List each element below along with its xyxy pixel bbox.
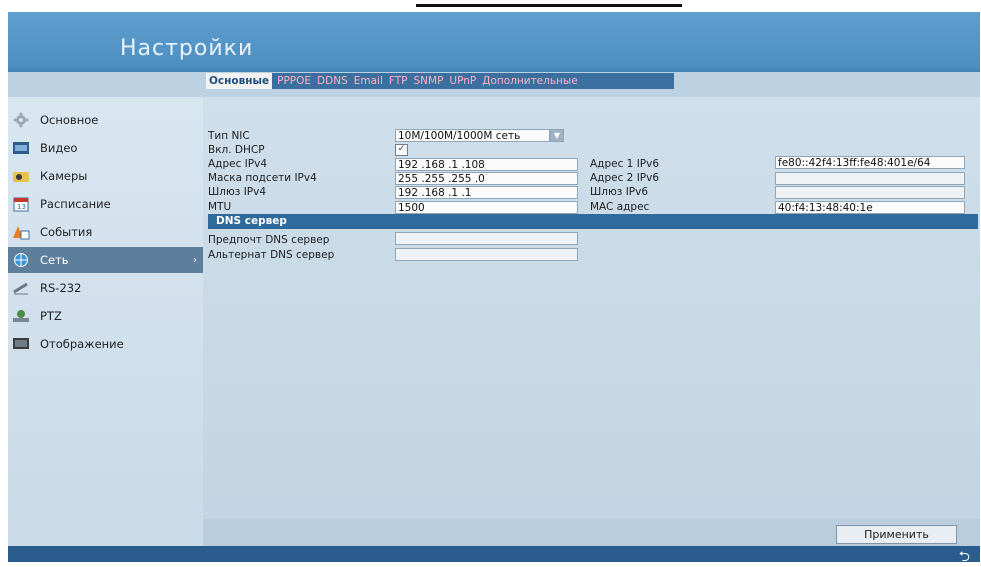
preferred-dns-field[interactable] [395,232,578,245]
gateway-label: Шлюз IPv4 [208,186,267,198]
ipv4-field[interactable]: 192 .168 .1 .108 [395,158,578,171]
alternate-dns-field[interactable] [395,248,578,261]
sidebar-item-display[interactable]: Отображение [8,331,203,357]
mac-label: MAC адрес [590,201,650,213]
tab-ddns[interactable]: DDNS [316,73,349,89]
ipv6-1-label: Адрес 1 IPv6 [590,158,660,170]
sidebar-item-network[interactable]: Сеть › [8,247,203,273]
chevron-down-icon[interactable]: ▼ [550,129,564,142]
tab-upnp[interactable]: UPnP [448,73,477,89]
sidebar-item-schedule[interactable]: 13 Расписание [8,191,203,217]
mtu-label: MTU [208,201,232,213]
sidebar: Основное Видео Камеры 13 Расписание Собы… [8,97,203,546]
sidebar-item-label: События [40,225,93,239]
svg-text:13: 13 [17,203,26,211]
chevron-right-icon: › [193,254,197,266]
sidebar-item-label: Видео [40,141,78,155]
sidebar-item-ptz[interactable]: PTZ [8,303,203,329]
ipv6-gateway-label: Шлюз IPv6 [590,186,649,198]
ipv4-label: Адрес IPv4 [208,158,268,170]
network-globe-icon [12,252,30,268]
preferred-dns-label: Предпочт DNS сервер [208,234,330,246]
settings-screen: Настройки Основные PPPOE DDNS Email FTP … [8,12,980,562]
sidebar-item-label: Камеры [40,169,88,183]
ipv6-2-label: Адрес 2 IPv6 [590,172,660,184]
tab-bar: Основные PPPOE DDNS Email FTP SNMP UPnP … [206,73,579,89]
ptz-icon [12,308,30,324]
serial-icon [12,280,30,296]
back-arrow-icon[interactable]: ⮌ [959,546,970,562]
monitor-icon [12,336,30,352]
tab-general[interactable]: Основные [206,73,273,89]
sidebar-item-label: RS-232 [40,281,82,295]
film-icon [12,140,30,156]
sidebar-item-general[interactable]: Основное [8,107,203,133]
sidebar-item-cameras[interactable]: Камеры [8,163,203,189]
tab-ftp[interactable]: FTP [388,73,409,89]
tab-email[interactable]: Email [353,73,384,89]
mask-label: Маска подсети IPv4 [208,172,317,184]
mtu-field[interactable]: 1500 [395,201,578,214]
dns-section-bar [208,214,978,229]
sidebar-item-events[interactable]: События [8,219,203,245]
sidebar-item-label: Сеть [40,253,69,267]
sidebar-item-label: Расписание [40,197,111,211]
nic-type-select[interactable]: 10M/100M/1000M сеть [395,129,550,142]
sidebar-item-label: PTZ [40,309,62,323]
sidebar-item-video[interactable]: Видео [8,135,203,161]
nic-type-label: Тип NIC [208,130,250,142]
calendar-icon: 13 [12,196,30,212]
sidebar-item-label: Основное [40,113,99,127]
apply-button[interactable]: Применить [836,525,957,544]
mac-field: 40:f4:13:48:40:1e [775,201,965,214]
tab-pppoe[interactable]: PPPOE [276,73,312,89]
footer-bar: ⮌ [8,546,980,562]
mask-field[interactable]: 255 .255 .255 .0 [395,172,578,185]
alarm-icon [12,224,30,240]
ipv6-1-field[interactable]: fe80::42f4:13ff:fe48:401e/64 [775,156,965,169]
gear-icon [12,112,30,128]
camera-icon [12,168,30,184]
top-black-line [416,4,682,7]
page-title: Настройки [120,36,254,61]
gateway-field[interactable]: 192 .168 .1 .1 [395,186,578,199]
ipv6-gateway-field[interactable] [775,186,965,199]
sidebar-item-rs232[interactable]: RS-232 [8,275,203,301]
alternate-dns-label: Альтернат DNS сервер [208,249,335,261]
sidebar-item-label: Отображение [40,337,124,351]
ipv6-2-field[interactable] [775,172,965,185]
dhcp-label: Вкл. DHCP [208,144,265,156]
dhcp-checkbox[interactable]: ✓ [395,144,408,156]
dns-section-title: DNS сервер [216,215,287,227]
tab-advanced[interactable]: Дополнительные [481,73,578,89]
tab-snmp[interactable]: SNMP [413,73,445,89]
